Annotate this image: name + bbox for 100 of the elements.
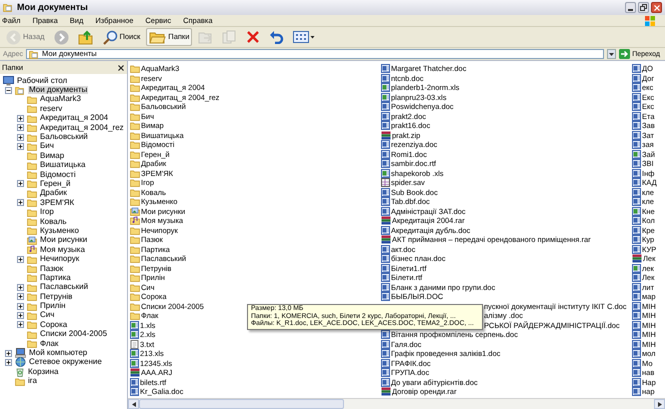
spreadsheet-icon: [130, 330, 139, 340]
tree-item[interactable]: Мой компьютер: [28, 349, 88, 358]
tree-item[interactable]: Паславський: [39, 283, 90, 292]
tree-item[interactable]: Нечипорук: [39, 255, 80, 264]
spreadsheet-icon: [130, 358, 139, 368]
expand-toggle[interactable]: [5, 358, 12, 366]
expand-toggle[interactable]: [17, 180, 24, 188]
document-icon: [130, 378, 139, 387]
tree-item[interactable]: Вишатицька: [39, 161, 87, 170]
tree-item[interactable]: Флак: [39, 340, 60, 348]
document-icon: [381, 292, 390, 302]
tree-item[interactable]: Акредитац_я 2004_rez: [39, 124, 125, 132]
plus-icon: [18, 125, 23, 130]
tree-item[interactable]: Вимар: [39, 152, 66, 160]
tree-item[interactable]: Сетевое окружение: [28, 358, 103, 366]
copy-to-icon: [222, 30, 238, 44]
document-icon: [130, 387, 139, 396]
expand-toggle[interactable]: [17, 134, 24, 141]
delete-icon: [246, 30, 260, 44]
document-icon: [632, 226, 641, 235]
expand-toggle[interactable]: [17, 293, 24, 300]
archive-icon: [381, 387, 391, 396]
document-icon: [632, 387, 641, 396]
tree-item[interactable]: Сорока: [39, 320, 68, 329]
expand-toggle[interactable]: [17, 312, 24, 319]
minimize-button[interactable]: [625, 2, 636, 13]
document-icon: [381, 378, 390, 387]
tree-item[interactable]: Прилін: [39, 302, 67, 310]
recycle-bin-icon: [15, 366, 25, 377]
document-icon: [381, 121, 390, 130]
tree-item[interactable]: Моя музыка: [39, 246, 86, 254]
document-icon: [632, 188, 641, 197]
document-icon: [632, 244, 641, 254]
expand-toggle[interactable]: [17, 302, 24, 310]
scrollbar-thumb[interactable]: [139, 399, 344, 409]
expand-toggle[interactable]: [5, 350, 12, 357]
expand-toggle[interactable]: [17, 142, 24, 150]
scroll-left-button[interactable]: [128, 399, 139, 409]
tree-item[interactable]: Пазюк: [39, 264, 64, 272]
tree-item[interactable]: Ігор: [39, 208, 55, 216]
expand-toggle[interactable]: [17, 199, 24, 206]
document-icon: [381, 358, 390, 368]
expand-toggle[interactable]: [17, 124, 24, 132]
music-folder-icon: [130, 216, 140, 226]
tree-item[interactable]: Мои документы: [28, 86, 88, 94]
document-icon: [381, 349, 390, 358]
network-icon: [15, 357, 26, 368]
plus-icon: [6, 360, 11, 365]
tree-item[interactable]: Драбик: [39, 189, 68, 198]
tree-item[interactable]: Герен_й: [39, 180, 72, 188]
archive-icon: [381, 216, 391, 226]
tree-item[interactable]: Кузьменко: [39, 226, 80, 235]
expand-toggle[interactable]: [17, 114, 24, 122]
tree-item[interactable]: ira: [27, 377, 38, 386]
windows-logo-icon: [645, 16, 655, 26]
views-icon: [293, 30, 316, 44]
expand-toggle[interactable]: [17, 284, 24, 291]
document-icon: [381, 254, 390, 264]
tree-item[interactable]: Відомості: [39, 170, 77, 179]
plus-icon: [18, 181, 23, 186]
computer-icon: [15, 348, 26, 358]
dropdown-button[interactable]: [607, 49, 616, 59]
plus-icon: [18, 322, 23, 328]
tree-item[interactable]: Акредитац_я 2004: [39, 114, 110, 122]
document-icon: [381, 102, 390, 112]
document-icon: [632, 102, 641, 112]
tree-item[interactable]: Сич: [39, 311, 56, 320]
caret-icon: [609, 52, 614, 56]
document-icon: [632, 340, 641, 349]
close-pane-button[interactable]: [117, 64, 125, 72]
tree-item[interactable]: Бальовський: [39, 133, 89, 142]
tree-item[interactable]: Списки 2004-2005: [39, 330, 108, 338]
search-icon: [102, 30, 118, 44]
tree-item[interactable]: Рабочий стол: [16, 76, 68, 85]
tree-item[interactable]: Коваль: [39, 218, 68, 226]
spreadsheet-icon: [130, 320, 139, 330]
restore-button[interactable]: [638, 2, 649, 13]
plus-icon: [18, 116, 23, 121]
spreadsheet-icon: [381, 83, 390, 92]
tree-item[interactable]: AquaMark3: [39, 95, 82, 104]
tree-item[interactable]: Партика: [39, 274, 72, 282]
minus-icon: [6, 88, 11, 93]
tree-item[interactable]: Корзина: [27, 368, 60, 376]
horizontal-scrollbar[interactable]: [128, 398, 665, 409]
close-button[interactable]: [651, 2, 662, 13]
window-title: Мои документы: [17, 3, 88, 12]
expand-toggle[interactable]: [17, 256, 24, 263]
spreadsheet-icon: [381, 168, 390, 178]
scroll-right-button[interactable]: [654, 399, 665, 409]
tree-item[interactable]: reserv: [39, 104, 64, 113]
tree-item[interactable]: ЗРЕМ'ЯК: [39, 198, 76, 207]
expand-toggle[interactable]: [5, 86, 12, 94]
tree-item[interactable]: Бич: [39, 142, 55, 150]
tree-item[interactable]: Петрунів: [39, 292, 74, 301]
open-folder-icon: [15, 86, 26, 95]
document-icon: [381, 340, 390, 349]
document-icon: [632, 64, 641, 74]
plus-icon: [6, 350, 11, 356]
tree-item[interactable]: Мои рисунки: [39, 236, 88, 244]
expand-toggle[interactable]: [17, 321, 24, 328]
